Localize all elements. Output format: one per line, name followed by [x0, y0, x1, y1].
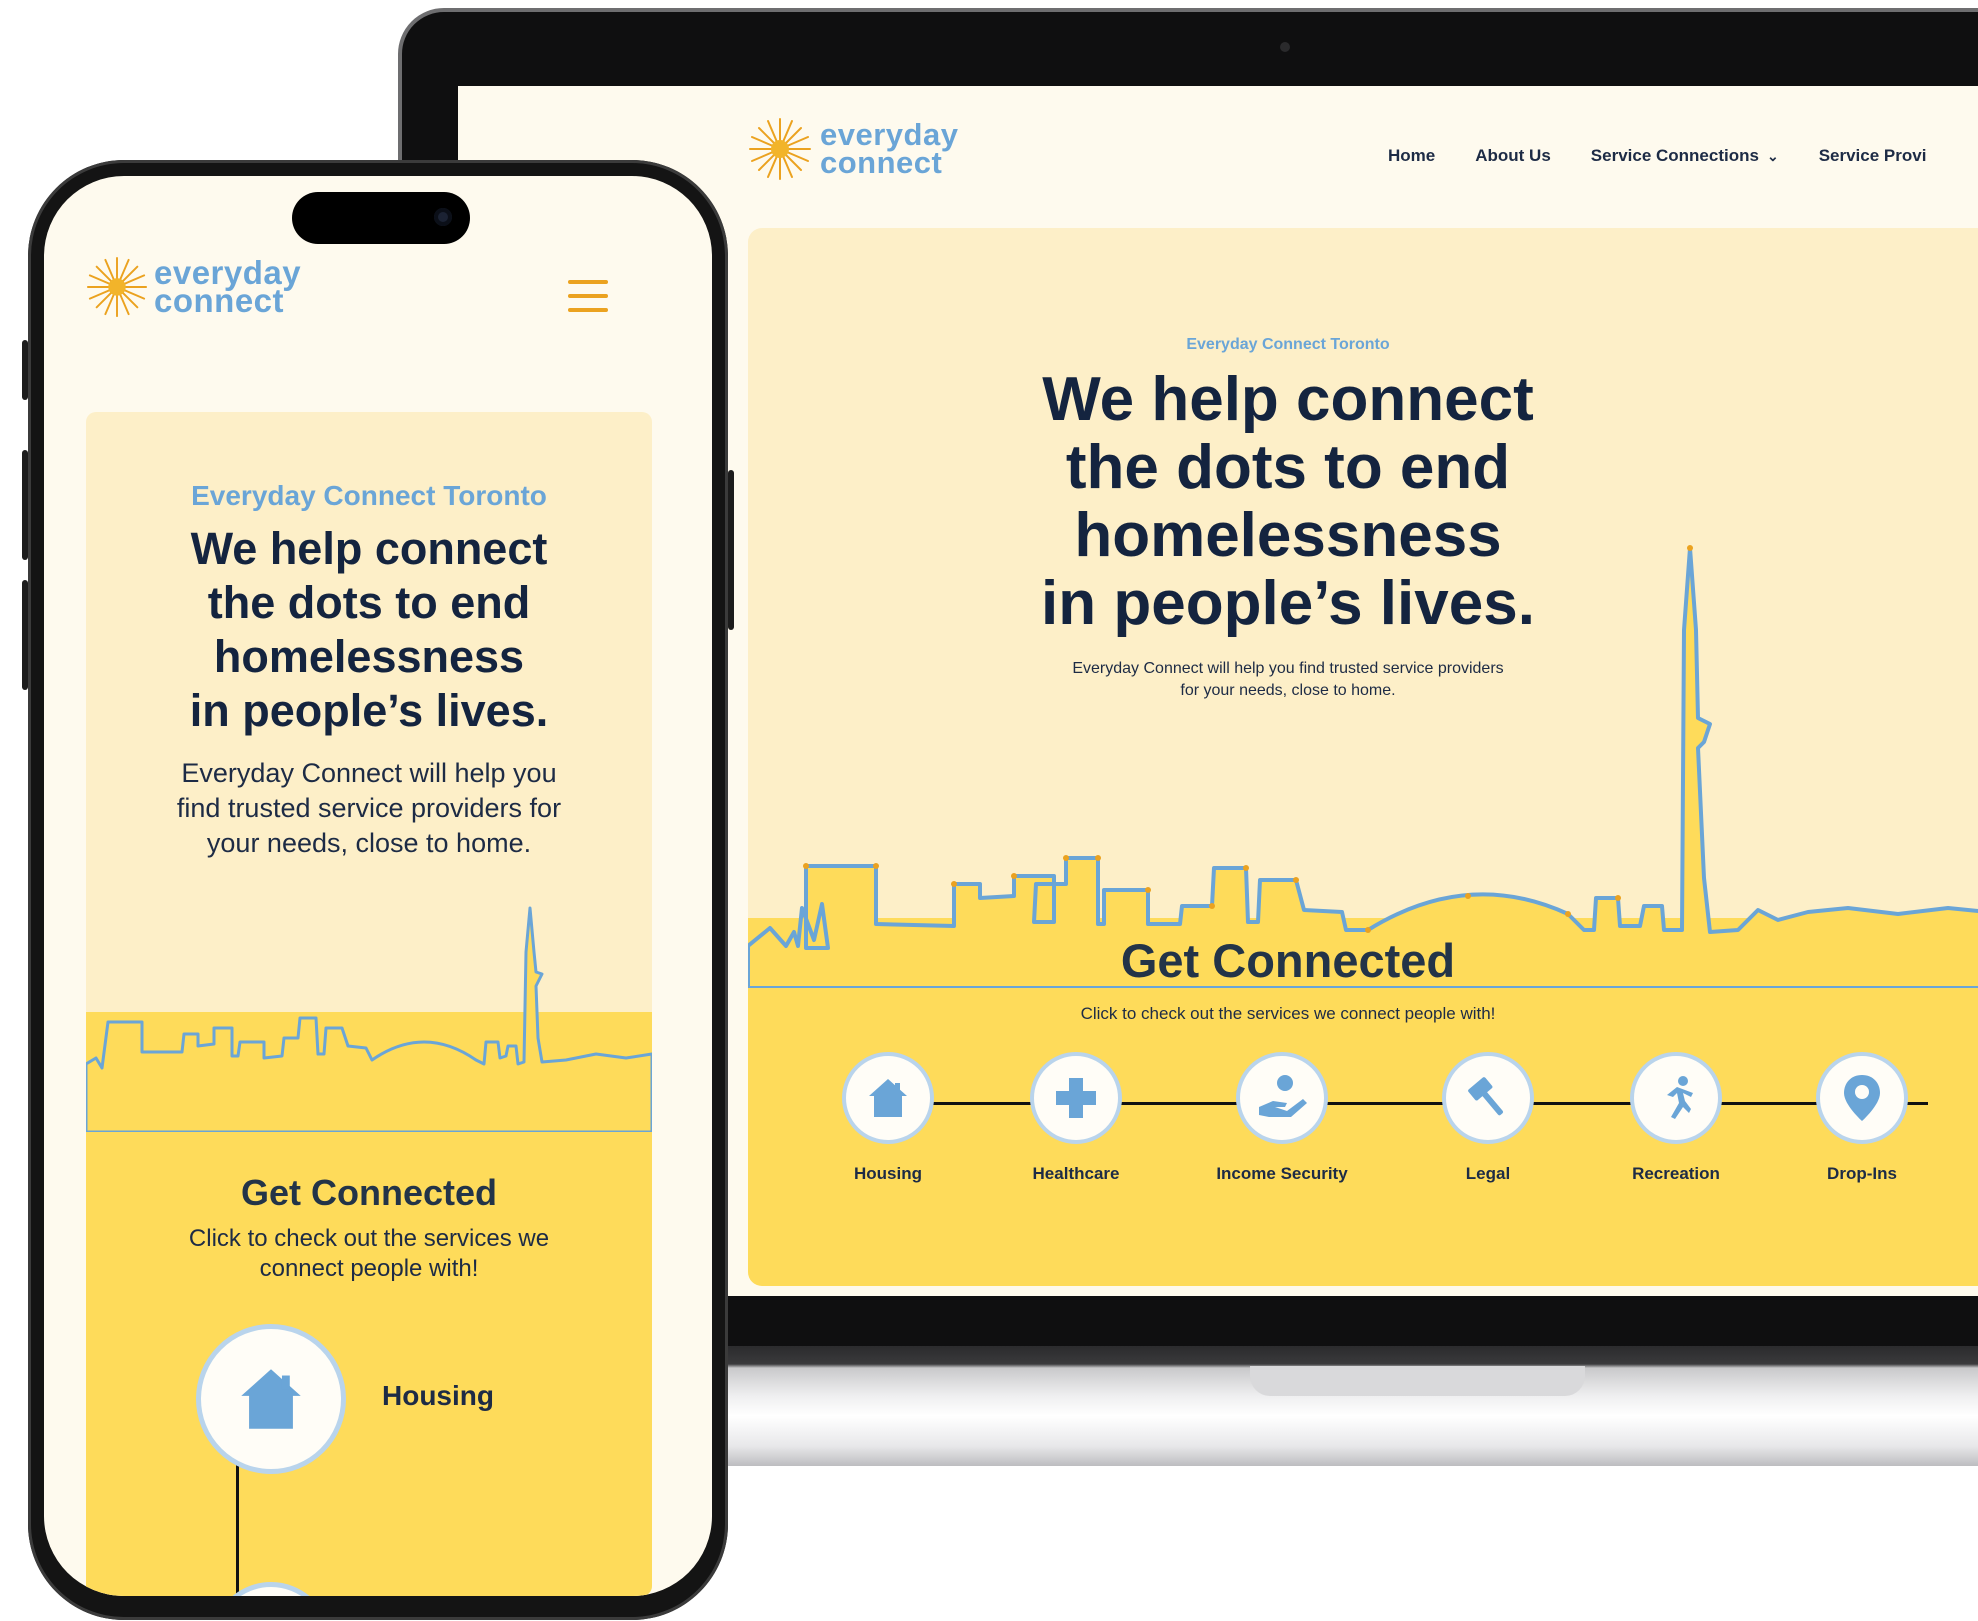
phone-button [728, 470, 734, 630]
hero-title-line: homelessness [213, 631, 525, 682]
phone-button [22, 340, 28, 400]
service-circle [1442, 1052, 1534, 1144]
service-label: Recreation [1632, 1164, 1720, 1183]
service-recreation[interactable]: Recreation [1586, 1052, 1766, 1184]
service-circle [1816, 1052, 1908, 1144]
get-connected-section: Get Connected [748, 933, 1978, 988]
plus-icon [1056, 1078, 1096, 1118]
toronto-skyline-illustration [86, 906, 652, 1132]
get-connected-subtitle-line: Click to check out the services we [188, 1225, 550, 1252]
desktop-hero-card: Everyday Connect Toronto We help connect… [748, 228, 1978, 1286]
hero-kicker: Everyday Connect Toronto [191, 480, 547, 511]
services-row: Housing Healthcare Income Security Legal… [838, 1052, 1938, 1202]
service-circle [842, 1052, 934, 1144]
mobile-website-screen: everyday connect Everyday Connect Toront… [44, 176, 712, 1596]
service-circle [1630, 1052, 1722, 1144]
gavel-icon [1468, 1077, 1503, 1116]
hamburger-menu-icon[interactable] [568, 280, 608, 312]
chevron-down-icon: ⌄ [1766, 148, 1779, 164]
laptop-camera [1280, 42, 1290, 52]
phone-button [22, 580, 28, 690]
desktop-logo[interactable]: everyday connect [748, 114, 958, 184]
service-label: Income Security [1216, 1164, 1348, 1183]
desktop-nav: Home About Us Service Connections ⌄ Servi… [1388, 146, 1926, 166]
sun-logo-icon [86, 256, 148, 318]
toronto-skyline-illustration [748, 545, 1978, 988]
nav-service-connections[interactable]: Service Connections ⌄ [1591, 146, 1779, 166]
mobile-logo[interactable]: everyday connect [86, 256, 301, 318]
mobile-hero-card: Everyday Connect Toronto We help connect… [86, 412, 652, 1596]
service-housing[interactable]: Housing [798, 1052, 978, 1184]
hero-title-line: We help connect [1042, 365, 1534, 434]
get-connected-subtitle: Click to check out the services we conne… [1080, 1004, 1496, 1023]
hero-kicker: Everyday Connect Toronto [1186, 336, 1390, 353]
nav-about-us[interactable]: About Us [1475, 146, 1551, 166]
house-icon [241, 1369, 301, 1429]
hero-title-line: the dots to end [1065, 433, 1511, 502]
get-connected-subtitle-line: connect people with! [259, 1255, 479, 1282]
hero-subtitle-line: Everyday Connect will help you [181, 758, 557, 788]
service-drop-ins[interactable]: Drop-Ins [1772, 1052, 1952, 1184]
map-pin-icon [1844, 1075, 1880, 1121]
service-legal[interactable]: Legal [1398, 1052, 1578, 1184]
get-connected-title: Get Connected [1120, 934, 1456, 987]
running-person-icon [1667, 1076, 1693, 1119]
front-camera [434, 208, 452, 226]
service-label: Drop-Ins [1827, 1164, 1897, 1183]
nav-service-connections-label: Service Connections [1590, 146, 1759, 165]
service-label: Legal [1465, 1164, 1511, 1183]
get-connected-subtitle: Click to check out the services we conne… [126, 1224, 612, 1284]
hero-title-line: in people’s lives. [189, 685, 549, 736]
sun-logo-icon [749, 118, 811, 180]
nav-home[interactable]: Home [1388, 146, 1435, 166]
logo-line2: connect [820, 145, 943, 180]
service-housing[interactable] [196, 1324, 346, 1474]
phone-button [22, 450, 28, 560]
get-connected-title: Get Connected [240, 1172, 498, 1213]
service-healthcare[interactable]: Healthcare [986, 1052, 1166, 1184]
hero-title-line: the dots to end [207, 577, 531, 628]
hero-title: We help connect the dots to end homeless… [86, 522, 652, 738]
service-circle [1030, 1052, 1122, 1144]
service-income-security[interactable]: Income Security [1192, 1052, 1372, 1184]
service-circle [1236, 1052, 1328, 1144]
nav-service-providers[interactable]: Service Provi [1819, 146, 1927, 166]
house-icon [869, 1079, 907, 1117]
dynamic-island [292, 192, 470, 244]
service-label[interactable]: Housing [382, 1380, 494, 1412]
service-label: Housing [854, 1164, 922, 1183]
hero-subtitle-line: find trusted service providers for [176, 793, 562, 823]
phone-mockup: everyday connect Everyday Connect Toront… [22, 160, 734, 1620]
laptop-base [640, 1346, 1978, 1466]
laptop-trackpad-notch [1250, 1366, 1585, 1396]
hand-coin-icon [1259, 1075, 1307, 1117]
logo-line2: connect [154, 282, 285, 319]
service-label: Healthcare [1032, 1164, 1120, 1183]
hero-title-line: We help connect [190, 523, 548, 574]
